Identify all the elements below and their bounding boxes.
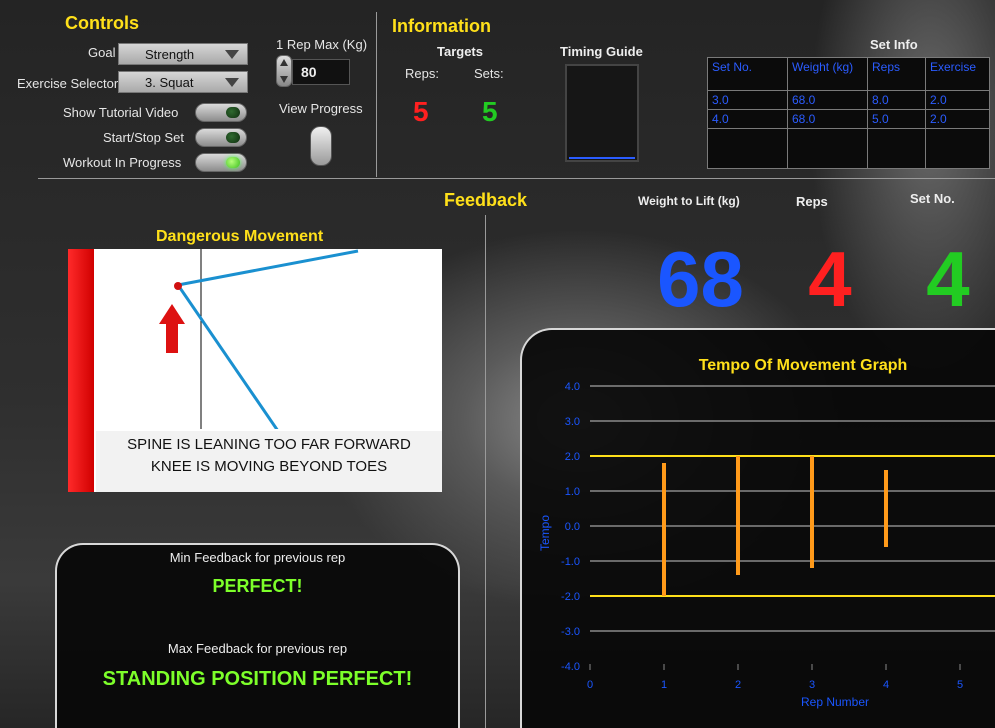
start-stop-label: Start/Stop Set — [103, 130, 184, 145]
y-axis-label: Tempo — [538, 515, 552, 551]
table-cell — [787, 128, 868, 169]
y-tick-label: 0.0 — [565, 521, 580, 533]
y-tick-label: -1.0 — [561, 556, 580, 568]
reps-target-value: 5 — [413, 96, 429, 127]
table-cell: 2.0 — [925, 109, 990, 129]
max-feedback-label: Max Feedback for previous rep — [167, 641, 348, 656]
y-tick-label: 4.0 — [565, 381, 580, 393]
x-tick-label: 3 — [809, 679, 815, 691]
sets-target-label: Sets: — [474, 66, 504, 81]
x-tick-label: 4 — [883, 679, 889, 691]
reps-label: Reps — [796, 194, 828, 209]
set-info-title: Set Info — [870, 37, 918, 52]
table-cell: 5.0 — [867, 109, 926, 129]
table-cell: 8.0 — [867, 90, 926, 110]
workout-label: Workout In Progress — [63, 155, 182, 170]
y-tick-label: -4.0 — [561, 661, 580, 673]
chart-title: Tempo Of Movement Graph — [699, 357, 908, 374]
danger-message-1: SPINE IS LEANING TOO FAR FORWARD — [127, 436, 411, 453]
feedback-title: Feedback — [444, 190, 528, 210]
y-tick-label: 3.0 — [565, 416, 580, 428]
table-row — [707, 128, 990, 169]
view-progress-button[interactable] — [310, 126, 332, 166]
weight-to-lift-label: Weight to Lift (kg) — [638, 194, 740, 208]
table-cell: 68.0 — [787, 90, 868, 110]
timing-guide-level — [569, 157, 635, 159]
targets-label: Targets — [437, 44, 483, 59]
indicator-light-icon — [226, 157, 240, 168]
view-progress-label: View Progress — [279, 101, 363, 116]
max-feedback-value: STANDING POSITION PERFECT! — [102, 668, 413, 690]
spine-line — [177, 249, 359, 287]
danger-title: Dangerous Movement — [156, 228, 324, 245]
divider — [376, 12, 377, 177]
weight-to-lift-value: 68 — [657, 235, 744, 323]
timing-guide-indicator — [565, 64, 639, 162]
y-tick-label: 1.0 — [565, 486, 580, 498]
posture-diagram — [159, 249, 359, 429]
y-tick-label: 2.0 — [565, 451, 580, 463]
set-no-value: 4 — [926, 235, 970, 323]
table-cell — [925, 128, 990, 169]
reps-value: 4 — [808, 235, 852, 323]
rep-feedback-panel: Min Feedback for previous rep PERFECT! M… — [55, 543, 460, 728]
min-feedback-label: Min Feedback for previous rep — [169, 550, 346, 565]
timing-guide-label: Timing Guide — [560, 44, 643, 59]
show-tutorial-button[interactable] — [195, 103, 247, 122]
goal-label: Goal — [88, 45, 116, 60]
table-cell — [707, 128, 788, 169]
indicator-light-icon — [226, 132, 240, 143]
table-cell: 68.0 — [787, 109, 868, 129]
table-header: Weight (kg) — [787, 57, 868, 91]
rep-max-stepper[interactable] — [276, 55, 292, 87]
set-info-table: Set No. Weight (kg) Reps Exercise 3.0 68… — [707, 57, 990, 169]
chevron-down-icon — [225, 78, 239, 87]
table-cell: 4.0 — [707, 109, 788, 129]
arrow-up-icon — [159, 304, 185, 353]
table-row: 4.0 68.0 5.0 2.0 — [707, 109, 990, 129]
table-cell: 2.0 — [925, 90, 990, 110]
table-header: Reps — [867, 57, 926, 91]
start-stop-button[interactable] — [195, 128, 247, 147]
sets-target-value: 5 — [482, 96, 498, 127]
workout-in-progress-indicator — [195, 153, 247, 172]
divider — [38, 178, 995, 179]
set-no-label: Set No. — [910, 191, 955, 206]
controls-title: Controls — [65, 13, 139, 33]
y-tick-label: -2.0 — [561, 591, 580, 603]
goal-dropdown[interactable]: Strength — [118, 43, 248, 65]
table-header: Set No. — [707, 57, 788, 91]
rep-max-input[interactable]: 80 — [292, 59, 350, 85]
information-title: Information — [392, 16, 491, 36]
show-tutorial-label: Show Tutorial Video — [63, 105, 179, 120]
table-row: 3.0 68.0 8.0 2.0 — [707, 90, 990, 110]
chevron-down-icon — [225, 50, 239, 59]
x-axis-label: Rep Number — [801, 695, 869, 709]
indicator-light-icon — [226, 107, 240, 118]
x-tick-label: 5 — [957, 679, 963, 691]
exercise-value: 3. Squat — [145, 75, 194, 90]
shin-line — [176, 284, 279, 429]
table-cell: 3.0 — [707, 90, 788, 110]
goal-value: Strength — [145, 47, 195, 62]
x-tick-label: 2 — [735, 679, 741, 691]
joint-marker — [174, 282, 182, 290]
y-tick-label: -3.0 — [561, 626, 580, 638]
tempo-chart: Tempo Of Movement Graph Tempo Rep Number… — [538, 357, 995, 709]
danger-message-2: KNEE IS MOVING BEYOND TOES — [150, 458, 388, 475]
exercise-dropdown[interactable]: 3. Squat — [118, 71, 248, 93]
table-header: Exercise — [925, 57, 990, 91]
x-tick-label: 0 — [587, 679, 593, 691]
x-tick-label: 1 — [661, 679, 667, 691]
rep-max-label: 1 Rep Max (Kg) — [276, 37, 368, 52]
danger-panel: SPINE IS LEANING TOO FAR FORWARD KNEE IS… — [68, 249, 442, 492]
divider — [485, 215, 486, 728]
exercise-label: Exercise Selector — [17, 76, 119, 91]
table-header-row: Set No. Weight (kg) Reps Exercise — [707, 57, 990, 91]
table-cell — [867, 128, 926, 169]
min-feedback-value: PERFECT! — [212, 576, 303, 596]
reps-target-label: Reps: — [405, 66, 439, 81]
